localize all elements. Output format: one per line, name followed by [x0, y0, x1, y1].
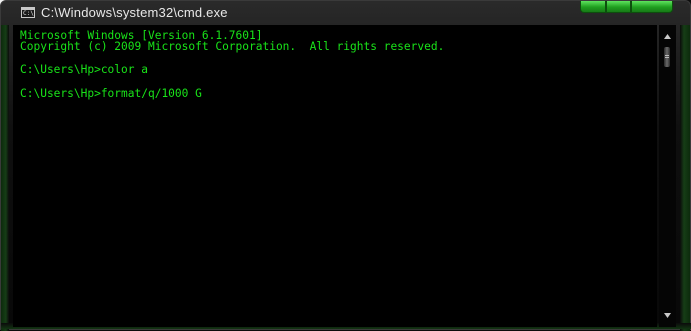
- window-frame-left[interactable]: [1, 25, 9, 331]
- vertical-scrollbar[interactable]: [659, 25, 676, 327]
- close-button[interactable]: [631, 1, 673, 13]
- scroll-thumb[interactable]: [664, 47, 670, 67]
- window-controls: [580, 1, 673, 15]
- scroll-up-arrow-icon[interactable]: [659, 28, 676, 45]
- minimize-button[interactable]: [580, 1, 606, 13]
- scroll-down-arrow-icon[interactable]: [659, 307, 676, 324]
- console-line: Copyright (c) 2009 Microsoft Corporation…: [20, 40, 445, 53]
- cmd-app-icon[interactable]: C:\: [21, 7, 35, 18]
- cmd-window: C:\ C:\Windows\system32\cmd.exe Microsof…: [0, 0, 691, 331]
- window-frame-right[interactable]: [680, 25, 690, 331]
- console-prompt-line: C:\Users\Hp>format/q/1000 G: [20, 87, 202, 100]
- maximize-button[interactable]: [606, 1, 631, 13]
- console-line: C:\Users\Hp>color a: [20, 63, 148, 76]
- window-title: C:\Windows\system32\cmd.exe: [41, 5, 228, 20]
- title-bar[interactable]: C:\ C:\Windows\system32\cmd.exe: [1, 1, 691, 25]
- cmd-app-icon-text: C:\: [23, 10, 34, 17]
- console-output-area[interactable]: Microsoft Windows [Version 6.1.7601] Cop…: [13, 25, 657, 327]
